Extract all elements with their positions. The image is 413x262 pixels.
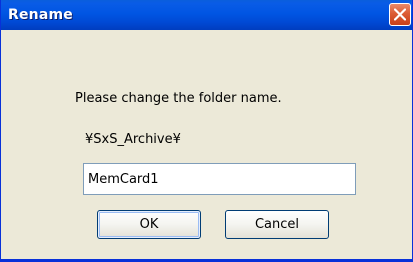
folder-name-input[interactable] <box>83 163 356 195</box>
rename-dialog: Rename Please change the folder name. ¥S… <box>0 0 413 262</box>
close-button[interactable] <box>389 3 411 26</box>
folder-path: ¥SxS_Archive¥ <box>85 132 181 147</box>
ok-button[interactable]: OK <box>97 210 201 239</box>
dialog-title: Rename <box>8 7 73 23</box>
cancel-button[interactable]: Cancel <box>225 210 329 239</box>
prompt-text: Please change the folder name. <box>75 91 282 106</box>
title-bar[interactable]: Rename <box>1 0 412 30</box>
close-icon <box>394 8 406 21</box>
